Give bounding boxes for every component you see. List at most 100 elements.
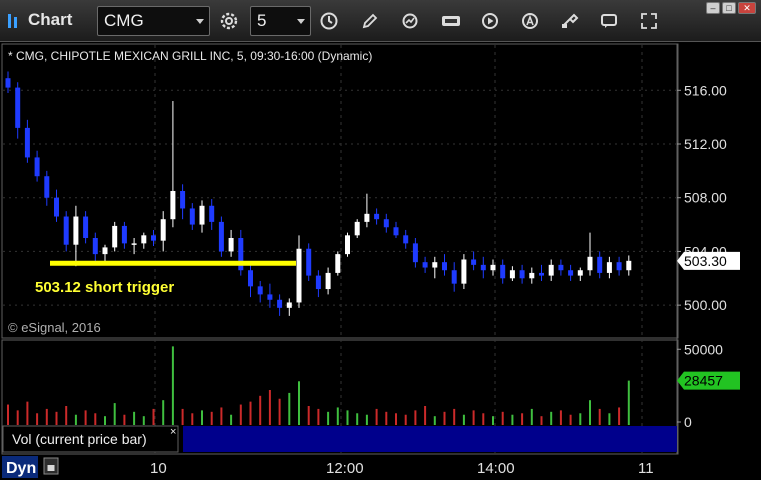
last-volume-marker: 28457 [677, 371, 740, 390]
clock-icon[interactable] [314, 6, 344, 36]
candle-body [587, 256, 593, 271]
minimize-button[interactable]: – [706, 2, 720, 14]
volume-tick-label: 50000 [684, 341, 723, 357]
candle-body [218, 221, 224, 252]
price-tick-label: 512.00 [684, 136, 727, 152]
candle-body [509, 270, 515, 279]
candle-body [345, 235, 350, 255]
last-price-marker: 503.30 [677, 251, 740, 270]
candle-body [267, 294, 273, 300]
candle-body [73, 216, 79, 245]
time-tick-label: 10 [150, 460, 167, 477]
candle-body [471, 259, 477, 265]
candle-body [199, 205, 205, 225]
candle-body [257, 286, 263, 295]
candle-body [209, 205, 215, 222]
candle-body [597, 256, 603, 273]
candle-body [121, 225, 127, 244]
candle-body [412, 243, 418, 263]
candle-body [189, 208, 195, 225]
time-tick-label: 11 [638, 460, 654, 477]
candle-body [500, 264, 506, 279]
dynamic-mode-label: Dyn [6, 460, 36, 477]
toolbar: Chart CMG 5 – □ ✕ [0, 0, 761, 42]
candle-body [335, 254, 341, 273]
chart-window: Chart CMG 5 – □ ✕ * CMG, CHIPOTLE MEXICA… [0, 0, 761, 480]
candle-body [432, 262, 438, 268]
expand-icon[interactable] [634, 6, 664, 36]
price-axis: 516.00512.00508.00504.00500.00 [677, 82, 727, 313]
chat-icon[interactable] [594, 6, 624, 36]
candle-body [15, 87, 21, 128]
candle-body [558, 264, 564, 271]
volume-study-label: Vol (current price bar) [12, 431, 147, 447]
data-window-icon[interactable] [436, 6, 466, 36]
candle-body [160, 219, 166, 241]
candle-body [393, 227, 399, 236]
candle-body [480, 264, 486, 271]
price-tick-label: 516.00 [684, 82, 727, 98]
candle-body [34, 157, 40, 177]
chevron-down-icon[interactable] [297, 19, 305, 24]
candle-body [44, 176, 50, 198]
candle-body [403, 235, 409, 244]
candle-body [92, 238, 98, 255]
chart-area[interactable]: * CMG, CHIPOTLE MEXICAN GRILL INC, 5, 09… [0, 42, 761, 480]
candle-body [442, 262, 447, 271]
candle-body [606, 262, 612, 273]
candle-body [422, 262, 428, 268]
chevron-down-icon[interactable] [196, 19, 204, 24]
copyright-label: © eSignal, 2016 [8, 320, 101, 335]
chart-app-icon [6, 11, 26, 31]
lock-body-icon [47, 465, 55, 471]
candle-body [277, 299, 283, 308]
pencil-icon[interactable] [355, 6, 385, 36]
candle-body [616, 262, 622, 271]
candle-body [112, 225, 118, 248]
last-price-label: 503.30 [684, 253, 727, 269]
candle-body [306, 248, 312, 276]
candle-body [364, 213, 370, 222]
symbol-settings-icon[interactable] [214, 6, 244, 36]
candle-body [490, 264, 496, 271]
price-tick-label: 500.00 [684, 297, 727, 313]
volume-study-bar [183, 426, 677, 452]
candle-body [5, 78, 11, 88]
volume-study-close-icon[interactable]: × [170, 426, 176, 438]
close-button[interactable]: ✕ [738, 2, 756, 14]
time-tick-label: 12:00 [326, 460, 364, 477]
alert-icon[interactable] [515, 6, 545, 36]
price-tick-label: 508.00 [684, 190, 727, 206]
candle-body [170, 191, 176, 220]
candle-body [577, 270, 583, 276]
candle-body [374, 213, 380, 220]
restore-button[interactable]: □ [722, 2, 736, 14]
candle-body [383, 219, 389, 228]
candle-body [102, 247, 108, 255]
candle-body [228, 238, 234, 252]
symbol-value: CMG [104, 11, 144, 30]
symbol-combobox[interactable]: CMG [97, 6, 210, 36]
tools-icon[interactable] [555, 6, 585, 36]
play-icon[interactable] [475, 6, 505, 36]
interval-combobox[interactable]: 5 [250, 6, 311, 36]
candle-body [529, 272, 535, 279]
candle-body [539, 272, 544, 276]
last-volume-label: 28457 [684, 373, 723, 389]
candle-body [131, 243, 137, 245]
candle-body [286, 302, 292, 308]
time-tick-label: 14:00 [477, 460, 515, 477]
window-title: Chart [28, 10, 73, 29]
candle-body [519, 270, 525, 279]
candle-body [141, 235, 147, 244]
refresh-chart-icon[interactable] [395, 6, 425, 36]
candle-body [315, 275, 321, 290]
candle-body [83, 216, 89, 238]
candle-body [461, 259, 467, 284]
candle-body [354, 221, 360, 236]
interval-value: 5 [257, 11, 267, 30]
candle-body [568, 270, 574, 276]
candle-body [626, 260, 632, 271]
candle-body [325, 272, 331, 290]
candle-body [151, 235, 156, 241]
